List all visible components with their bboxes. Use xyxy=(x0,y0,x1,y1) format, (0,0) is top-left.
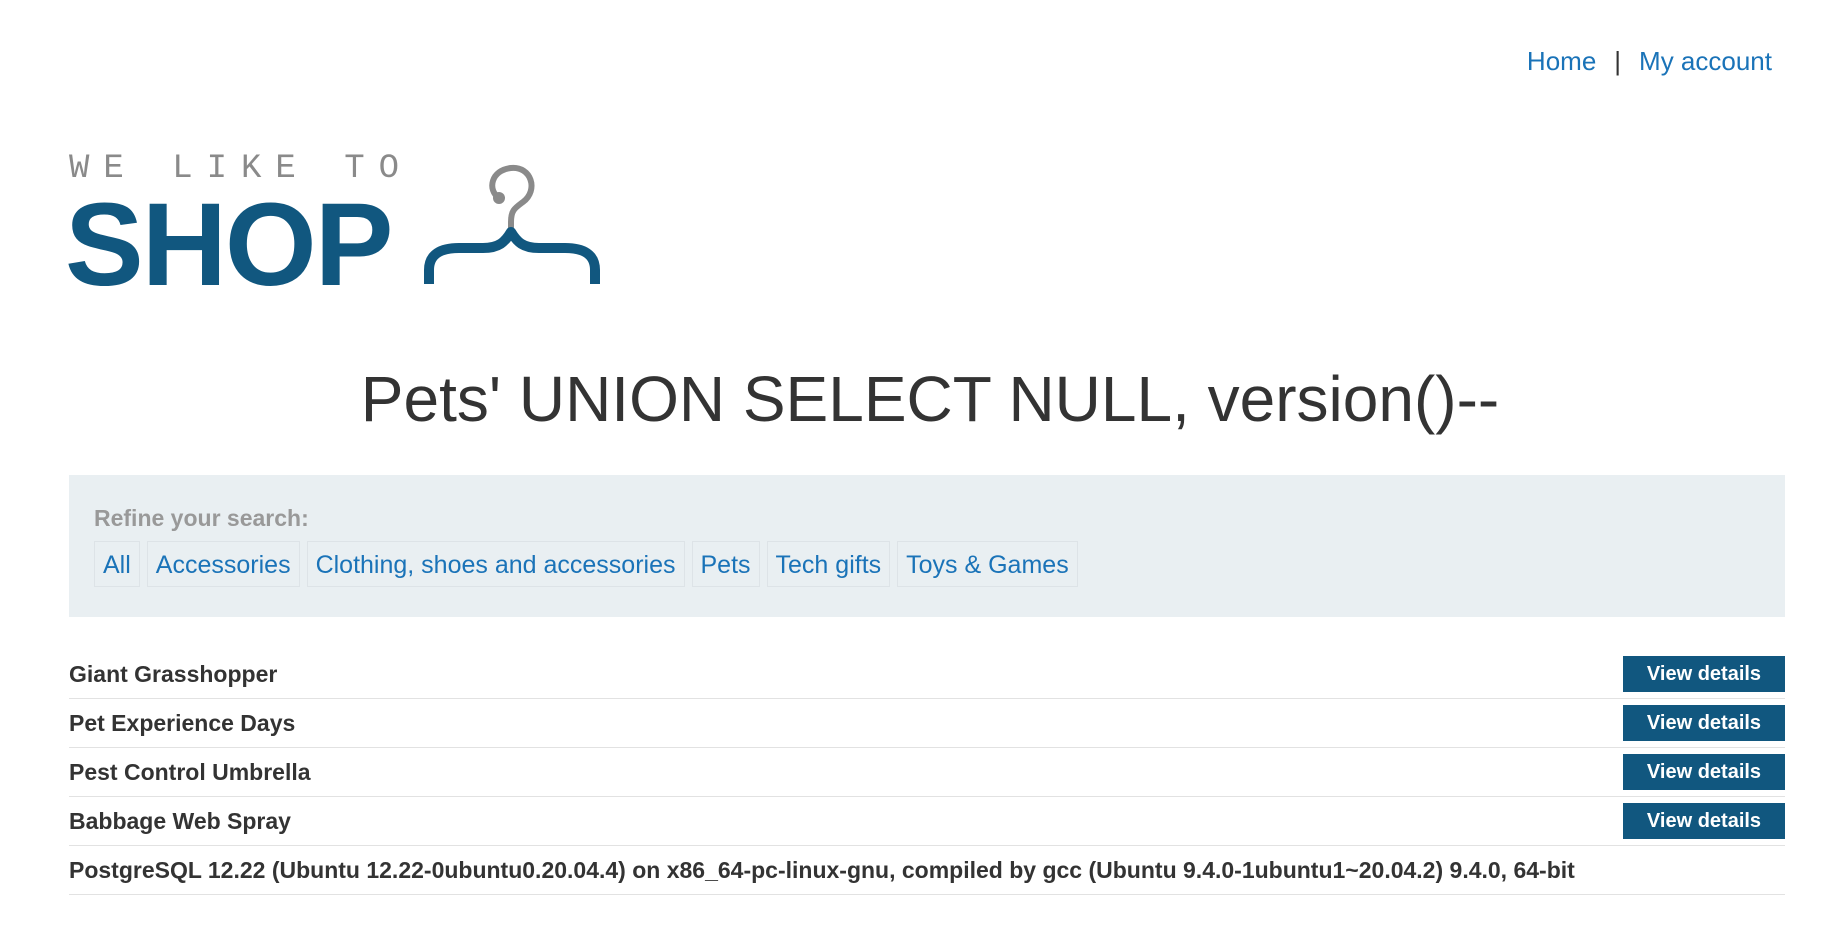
page: Home | My account WE LIKE TO SHOP Pets' … xyxy=(0,0,1840,950)
site-logo[interactable]: WE LIKE TO SHOP xyxy=(65,150,609,304)
page-title: Pets' UNION SELECT NULL, version()-- xyxy=(360,363,1500,435)
hanger-icon xyxy=(424,164,600,284)
product-row: Giant Grasshopper View details xyxy=(69,650,1785,699)
view-details-button[interactable]: View details xyxy=(1623,705,1785,741)
view-details-button[interactable]: View details xyxy=(1623,803,1785,839)
product-row: Pet Experience Days View details xyxy=(69,699,1785,748)
nav-separator: | xyxy=(1614,46,1622,76)
product-name: Pet Experience Days xyxy=(69,709,296,736)
filter-clothing[interactable]: Clothing, shoes and accessories xyxy=(306,541,685,587)
filter-accessories[interactable]: Accessories xyxy=(146,541,300,587)
my-account-link[interactable]: My account xyxy=(1639,46,1772,77)
view-details-button[interactable]: View details xyxy=(1623,754,1785,790)
home-link[interactable]: Home xyxy=(1527,46,1596,77)
filter-panel: Refine your search: All Accessories Clot… xyxy=(69,475,1785,617)
filter-toys-games[interactable]: Toys & Games xyxy=(897,541,1078,587)
filter-all[interactable]: All xyxy=(94,541,140,587)
product-name: Babbage Web Spray xyxy=(69,807,291,834)
product-list: Giant Grasshopper View details Pet Exper… xyxy=(69,650,1785,895)
view-details-button[interactable]: View details xyxy=(1623,656,1785,692)
product-row: PostgreSQL 12.22 (Ubuntu 12.22-0ubuntu0.… xyxy=(69,846,1785,895)
product-row: Babbage Web Spray View details xyxy=(69,797,1785,846)
product-name: PostgreSQL 12.22 (Ubuntu 12.22-0ubuntu0.… xyxy=(69,856,1575,883)
filter-list: All Accessories Clothing, shoes and acce… xyxy=(94,541,1078,587)
product-name: Giant Grasshopper xyxy=(69,660,278,687)
top-nav: Home | My account xyxy=(1527,46,1772,77)
filter-label: Refine your search: xyxy=(94,505,309,531)
product-name: Pest Control Umbrella xyxy=(69,758,311,785)
product-row: Pest Control Umbrella View details xyxy=(69,748,1785,797)
filter-tech-gifts[interactable]: Tech gifts xyxy=(766,541,891,587)
filter-pets[interactable]: Pets xyxy=(691,541,760,587)
logo-word: SHOP xyxy=(65,179,393,311)
